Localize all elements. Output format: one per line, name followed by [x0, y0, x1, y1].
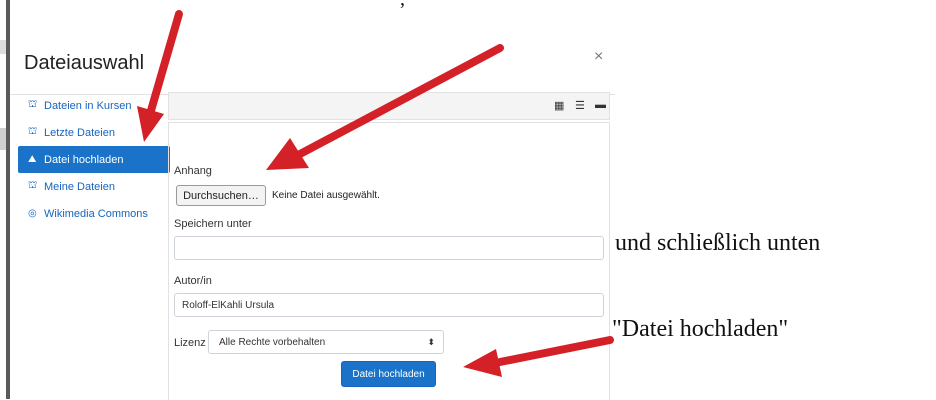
arrow-to-upload-tab	[137, 10, 183, 142]
annotation-arrows	[137, 10, 614, 377]
arrow-to-browse-button	[266, 44, 504, 170]
arrow-to-upload-button	[463, 336, 614, 377]
